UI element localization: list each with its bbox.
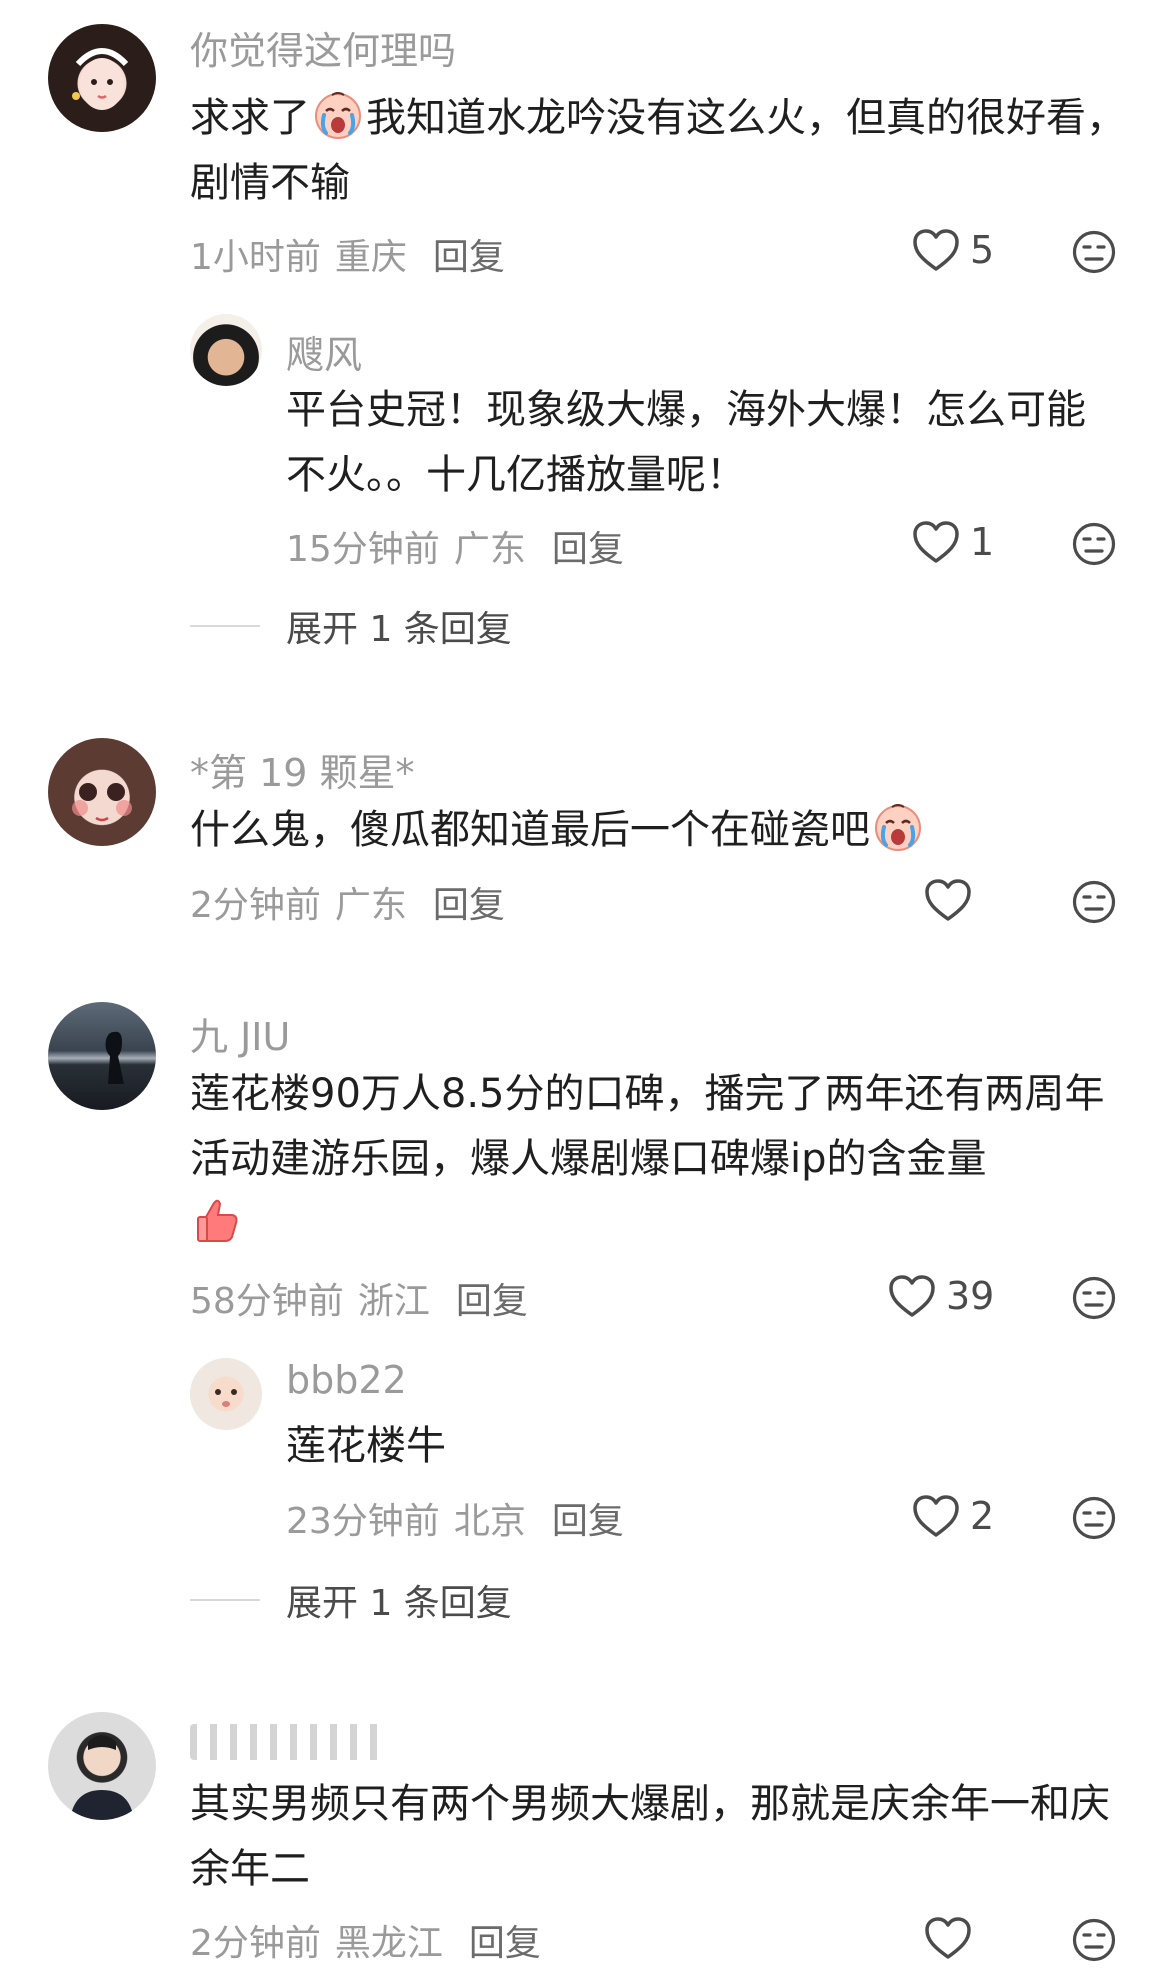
avatar-silhouette-image [105,1031,124,1084]
reply-username[interactable]: bbb22 [286,1358,407,1402]
dislike-face-icon[interactable] [1072,1496,1116,1540]
like-button[interactable]: 39 [888,1274,994,1318]
comment-location: 浙江 [357,1281,430,1322]
reply-button[interactable]: 回复 [456,1281,528,1322]
dislike-face-icon[interactable] [1072,230,1116,274]
comment-location: 黑龙江 [334,1923,443,1964]
reply-location: 广东 [453,529,526,570]
comment-time: 2分钟前 [190,1923,321,1964]
username[interactable]: 你觉得这何理吗 [190,20,456,75]
avatar-man-image [70,1735,134,1820]
avatar-girl-image [72,48,129,110]
like-count: 39 [946,1274,995,1318]
reply-time: 23分钟前 [286,1501,440,1542]
dislike-face-icon[interactable] [1072,880,1116,924]
crying-face-emoji [312,89,364,141]
comment-location: 重庆 [334,237,407,278]
avatar[interactable] [48,1002,156,1110]
expand-replies-label: 展开 1 条回复 [286,1583,512,1624]
comment-time: 1小时前 [190,237,321,278]
dislike-face-icon[interactable] [1072,522,1116,566]
reply-avatar[interactable] [190,1358,262,1430]
expand-replies-button[interactable]: 展开 1 条回复 [190,1574,512,1626]
divider-line [190,1599,260,1601]
thumbs-up-emoji [192,1195,244,1247]
username[interactable]: *第 19 颗星* [190,742,415,797]
comment-location: 广东 [334,885,407,926]
reply-like-count: 2 [970,1494,995,1538]
expand-replies-label: 展开 1 条回复 [286,609,512,650]
reply-text: 平台史冠！现象级大爆，海外大爆！怎么可能不火。。十几亿播放量呢！ [286,387,1086,498]
comment-meta: 2分钟前 黑龙江 回复 [190,1914,541,1966]
reply-username[interactable]: 飕风 [286,324,362,379]
reply-time: 15分钟前 [286,529,440,570]
avatar-doll-image [72,783,132,822]
like-button[interactable] [924,878,982,922]
heart-icon [924,878,972,922]
avatar[interactable] [48,1712,156,1820]
divider-line [190,625,260,627]
comment-text: 求求了 我知道水龙吟没有这么火，但真的很好看，剧情不输 [190,86,1130,216]
heart-icon [888,1274,936,1318]
heart-icon [924,1916,972,1960]
comment-text: 莲花楼90万人8.5分的口碑，播完了两年还有两周年活动建游乐园，爆人爆剧爆口碑爆… [190,1062,1130,1257]
reply-like-button[interactable]: 2 [912,1494,994,1538]
reply-button[interactable]: 回复 [433,237,505,278]
reply-like-button[interactable]: 1 [912,520,994,564]
comment-text-main: 莲花楼90万人8.5分的口碑，播完了两年还有两周年活动建游乐园，爆人爆剧爆口碑爆… [190,1071,1105,1182]
reply-meta: 23分钟前 北京 回复 [286,1492,624,1544]
like-count: 5 [970,228,995,272]
reply-like-count: 1 [970,520,995,564]
reply-reply-button[interactable]: 回复 [552,529,624,570]
comment-time: 58分钟前 [190,1281,344,1322]
comment-text-start: 求求了 [190,95,310,141]
reply-reply-button[interactable]: 回复 [552,1501,624,1542]
avatar[interactable] [48,24,156,132]
avatar[interactable] [48,738,156,846]
comment-meta: 2分钟前 广东 回复 [190,876,505,928]
reply-button[interactable]: 回复 [433,885,505,926]
like-button[interactable]: 5 [912,228,994,272]
like-button[interactable] [924,1916,982,1960]
avatar-baby-image [215,1389,237,1407]
reply-avatar[interactable] [190,314,262,386]
heart-icon [912,1494,960,1538]
dislike-face-icon[interactable] [1072,1276,1116,1320]
reply-text: 莲花楼牛 [286,1423,446,1469]
comment-text-main: 什么鬼，傻瓜都知道最后一个在碰瓷吧 [190,807,870,853]
reply-meta: 15分钟前 广东 回复 [286,520,624,572]
crying-face-emoji [872,801,924,853]
comment-text: 其实男频只有两个男频大爆剧，那就是庆余年一和庆余年二 [190,1781,1110,1892]
comment-time: 2分钟前 [190,885,321,926]
username-blurred[interactable] [190,1724,380,1760]
comment-meta: 1小时前 重庆 回复 [190,228,505,280]
dislike-face-icon[interactable] [1072,1918,1116,1962]
heart-icon [912,228,960,272]
heart-icon [912,520,960,564]
reply-button[interactable]: 回复 [469,1923,541,1964]
reply-location: 北京 [453,1501,526,1542]
comment-meta: 58分钟前 浙江 回复 [190,1272,528,1324]
comment-text: 什么鬼，傻瓜都知道最后一个在碰瓷吧 [190,798,1130,863]
expand-replies-button[interactable]: 展开 1 条回复 [190,600,512,652]
username[interactable]: 九 JIU [190,1006,290,1061]
